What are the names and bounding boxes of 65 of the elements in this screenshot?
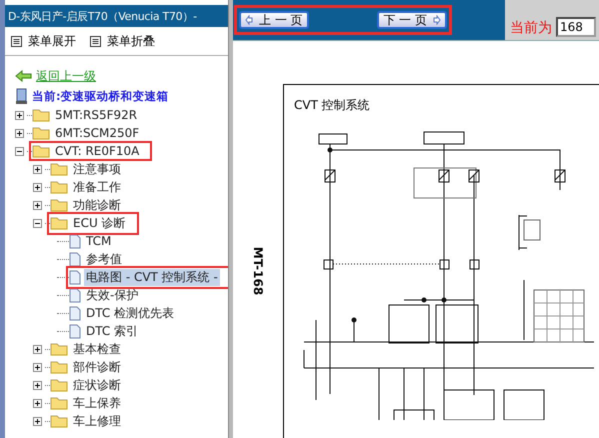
tree-item[interactable]: 车上保养 xyxy=(71,394,123,412)
tree-item[interactable]: 症状诊断 xyxy=(71,376,123,394)
tree-item[interactable]: 功能诊断 xyxy=(71,196,123,214)
tree-item[interactable]: DTC 索引 xyxy=(84,322,140,340)
document-icon xyxy=(69,288,81,302)
back-arrow-icon xyxy=(15,70,32,82)
document-icon xyxy=(69,324,81,338)
window-title: D-东风日产-启辰T70（Venucia T70）- xyxy=(8,8,197,24)
folder-icon xyxy=(50,378,68,392)
expand-icon[interactable] xyxy=(33,398,42,408)
document-icon xyxy=(69,234,81,248)
tree-item[interactable]: 电路图 - CVT 控制系统 - xyxy=(84,268,220,286)
document-title: CVT 控制系统 xyxy=(294,97,371,114)
expand-icon[interactable] xyxy=(33,344,42,354)
folder-icon xyxy=(50,180,68,194)
folder-icon xyxy=(32,144,50,158)
expand-icon[interactable] xyxy=(33,164,42,174)
expand-icon[interactable] xyxy=(33,416,42,426)
page-label: MT-168 xyxy=(251,246,265,296)
tree-item[interactable]: 6MT:SCM250F xyxy=(53,126,142,140)
folder-icon xyxy=(50,396,68,410)
list-icon xyxy=(11,36,22,46)
menu-button[interactable]: 菜单展开 xyxy=(11,32,76,50)
tree-item[interactable]: TCM xyxy=(84,234,114,248)
prev-page-button[interactable]: 上 一 页 xyxy=(239,11,309,29)
list-icon xyxy=(90,36,101,46)
expand-icon[interactable] xyxy=(33,380,42,390)
right-arrow-icon xyxy=(433,15,441,25)
tree-item[interactable]: DTC 检测优先表 xyxy=(84,304,176,322)
collapse-icon[interactable] xyxy=(33,218,42,228)
tree-item[interactable]: CVT: RE0F10A xyxy=(53,144,142,158)
folder-icon xyxy=(50,162,68,176)
current-section: 当前:变速驱动桥和变速箱 xyxy=(32,88,169,104)
tree-item[interactable]: 部件诊断 xyxy=(71,358,123,376)
expand-icon[interactable] xyxy=(33,200,42,210)
tree-item[interactable]: 失效-保护 xyxy=(84,286,140,304)
page-number-field[interactable]: 168 xyxy=(556,17,596,37)
document-icon xyxy=(69,270,81,284)
tree-item[interactable]: 基本检查 xyxy=(71,340,123,358)
expand-icon[interactable] xyxy=(33,362,42,372)
expand-icon[interactable] xyxy=(15,128,24,138)
folder-icon xyxy=(50,360,68,374)
folder-icon xyxy=(50,216,68,230)
folder-icon xyxy=(50,198,68,212)
back-link[interactable]: 返回上一级 xyxy=(36,68,96,84)
document-icon xyxy=(69,252,81,266)
tree-item[interactable]: 参考值 xyxy=(84,250,124,268)
collapse-icon[interactable] xyxy=(15,146,24,156)
next-page-button[interactable]: 下 一 页 xyxy=(377,11,447,29)
folder-icon xyxy=(50,342,68,356)
menu-button[interactable]: 菜单折叠 xyxy=(90,32,155,50)
tree-item[interactable]: 准备工作 xyxy=(71,178,123,196)
folder-icon xyxy=(32,108,50,122)
expand-icon[interactable] xyxy=(33,182,42,192)
computer-icon xyxy=(15,88,28,104)
tree-item[interactable]: 注意事项 xyxy=(71,160,123,178)
expand-icon[interactable] xyxy=(15,110,24,120)
left-arrow-icon xyxy=(245,15,253,25)
tree-item[interactable]: ECU 诊断 xyxy=(71,214,128,232)
folder-icon xyxy=(32,126,50,140)
tree-item[interactable]: 车上修理 xyxy=(71,412,123,430)
page-field-label: 当前为 xyxy=(510,19,552,37)
tree-item[interactable]: 5MT:RS5F92R xyxy=(53,108,140,122)
document-icon xyxy=(69,306,81,320)
folder-icon xyxy=(50,414,68,428)
